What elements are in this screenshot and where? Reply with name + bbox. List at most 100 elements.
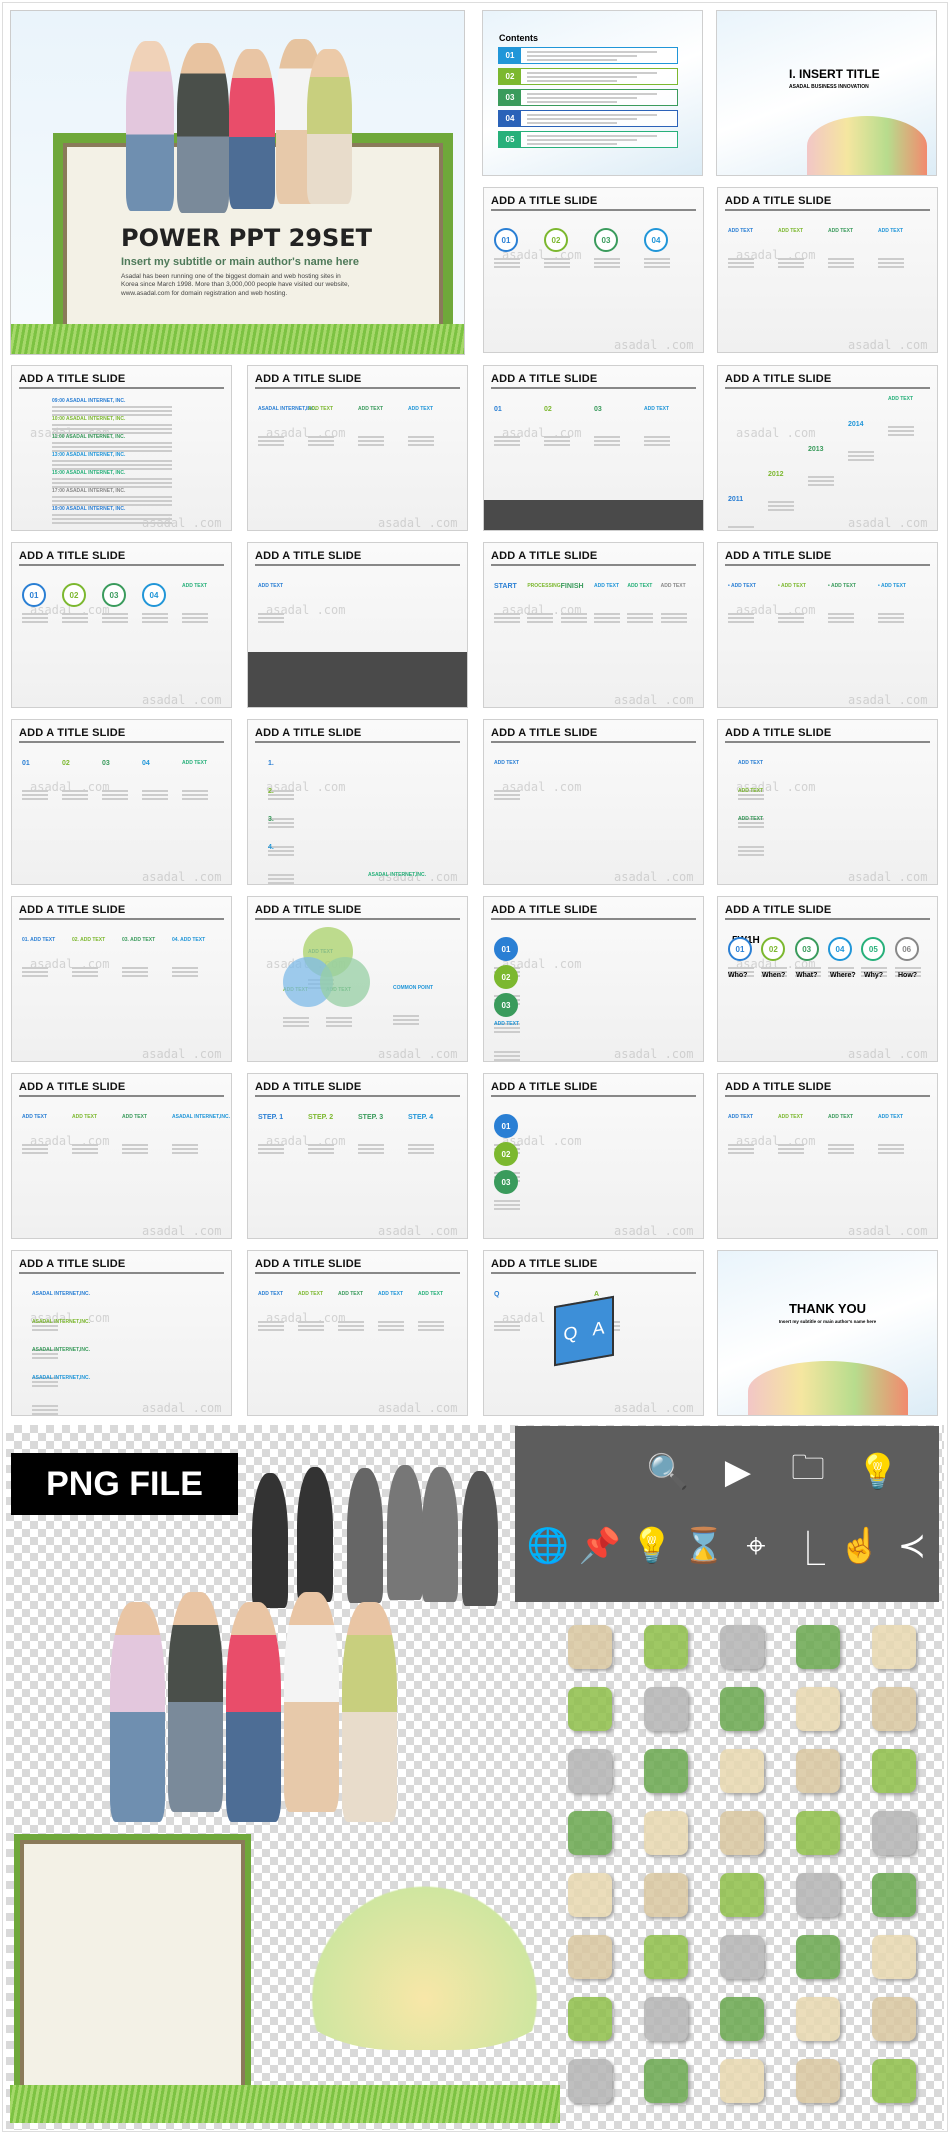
slide-thumbnail-steps[interactable]: ADD A TITLE SLIDE asadal .com asadal .com 2…	[717, 365, 938, 531]
clipart-icon	[796, 1811, 840, 1855]
contents-number: 01	[499, 48, 521, 63]
thanks-title: THANK YOU	[718, 1301, 937, 1316]
text-line	[258, 617, 284, 619]
slide-label: 04	[142, 760, 150, 767]
text-line	[22, 794, 48, 796]
slide-label: ADD TEXT	[828, 228, 853, 234]
text-line	[848, 455, 874, 457]
text-line	[258, 1144, 284, 1146]
slide-thumbnail-map[interactable]: ADD A TITLE SLIDE asadal .com asadal .com A…	[717, 187, 938, 353]
slide-thumbnail-lamp[interactable]: ADD A TITLE SLIDE asadal .com asadal .com 0…	[483, 896, 704, 1062]
slide-thumbnail-table5[interactable]: ADD A TITLE SLIDE asadal .com asadal .com A…	[247, 1250, 468, 1416]
text-line	[22, 1144, 48, 1146]
text-line	[142, 794, 168, 796]
slide-thumbnail-steps4[interactable]: ADD A TITLE SLIDE asadal .com asadal .com S…	[247, 1073, 468, 1239]
slide-thumbnail-circles[interactable]: ADD A TITLE SLIDE asadal .com asadal .com 0…	[483, 187, 704, 353]
hourglass-icon: ⌛	[681, 1518, 727, 1574]
slide-thumbnail-5w1h[interactable]: ADD A TITLE SLIDEasadal .comasadal .com5…	[717, 896, 938, 1062]
slide-label: ASADAL INTERNET,INC.	[32, 1291, 90, 1297]
contents-slide[interactable]: Contents 01 02 03 04 05	[482, 10, 703, 176]
kid-figure	[307, 49, 352, 204]
clipart-icon	[568, 1935, 612, 1979]
globe-icon: 🌐	[525, 1518, 571, 1574]
text-line	[768, 509, 794, 511]
slide-thumbnail-process[interactable]: ADD A TITLE SLIDE asadal .com asadal .com S…	[483, 542, 704, 708]
slide-thumbnail-hex[interactable]: ADD A TITLE SLIDE asadal .com asadal .com 0…	[11, 542, 232, 708]
text-line	[52, 446, 172, 448]
clipart-icon	[720, 1625, 764, 1669]
watermark: asadal .com	[848, 516, 927, 530]
text-line	[527, 114, 657, 116]
text-line	[494, 794, 520, 796]
clipart-icon	[644, 1625, 688, 1669]
text-line	[828, 613, 854, 615]
slide-thumbnail-company[interactable]: ADD A TITLE SLIDE asadal .com asadal .com A…	[11, 1250, 232, 1416]
text-line	[258, 613, 284, 615]
contents-item[interactable]: 03	[498, 89, 678, 106]
text-line	[828, 1144, 854, 1146]
text-line	[182, 617, 208, 619]
section-title-slide[interactable]: I. INSERT TITLE ASADAL BUSINESS INNOVATI…	[716, 10, 937, 176]
clipart-icon	[644, 1749, 688, 1793]
text-line	[527, 101, 617, 103]
slide-label: ADD TEXT	[72, 1114, 97, 1120]
text-line	[358, 444, 384, 446]
contents-item[interactable]: 01	[498, 47, 678, 64]
text-line	[22, 975, 48, 977]
text-line	[102, 794, 128, 796]
step-badge: 02	[494, 1142, 518, 1166]
watermark: asadal .com	[614, 1047, 693, 1061]
kids-cutout	[110, 1592, 410, 1822]
slide-thumbnail-qa[interactable]: ADD A TITLE SLIDE asadal .com asadal .com Q…	[483, 1250, 704, 1416]
text-line	[494, 1321, 520, 1323]
clipart-icon	[872, 1997, 916, 2041]
text-line	[338, 1321, 364, 1323]
slide-thumbnail-circles3[interactable]: ADD A TITLE SLIDE asadal .com asadal .com A…	[717, 719, 938, 885]
slide-thumbnail-handshake[interactable]: ADD A TITLE SLIDE asadal .com asadal .com A…	[247, 365, 468, 531]
person-silhouette	[297, 1467, 333, 1602]
slide-thumbnail-cards[interactable]: ADD A TITLE SLIDE asadal .com asadal .com A…	[717, 1073, 938, 1239]
slide-label: ADD TEXT	[22, 1114, 47, 1120]
text-line	[22, 971, 48, 973]
thank-you-slide[interactable]: THANK YOU Insert my subtitle or main aut…	[717, 1250, 938, 1416]
text-line	[544, 258, 570, 260]
text-line	[627, 617, 653, 619]
slide-thumbnail-timeline-v[interactable]: ADD A TITLE SLIDEasadal .comasadal .com0…	[11, 365, 232, 531]
text-line	[258, 1152, 284, 1154]
slide-thumbnail-boxes3[interactable]: ADD A TITLE SLIDEasadal .comasadal .com0…	[483, 365, 704, 531]
clipart-icon	[796, 1749, 840, 1793]
watermark: asadal .com	[614, 1401, 693, 1415]
text-line	[494, 266, 520, 268]
slide-thumbnail-venn[interactable]: ADD A TITLE SLIDEasadal .comasadal .comA…	[247, 896, 468, 1062]
cover-slide[interactable]: POWER PPT 29SET Insert my subtitle or ma…	[10, 10, 465, 355]
slide-thumbnail-cycle[interactable]: ADD A TITLE SLIDE asadal .com asadal .com A…	[11, 1073, 232, 1239]
slide-thumbnail-numlist[interactable]: ADD A TITLE SLIDE asadal .com asadal .com 0…	[483, 1073, 704, 1239]
clipart-icon	[872, 1873, 916, 1917]
slide-label: STEP. 1	[258, 1114, 283, 1121]
slide-thumbnail-arrows[interactable]: ADD A TITLE SLIDE asadal .com asadal .com •…	[717, 542, 938, 708]
slide-thumbnail-grid4[interactable]: ADD A TITLE SLIDE asadal .com asadal .com 0…	[11, 896, 232, 1062]
clipart-icon	[644, 1997, 688, 2041]
step-badge: 01	[494, 937, 518, 961]
slide-thumbnail-list4[interactable]: ADD A TITLE SLIDE asadal .com asadal .com 1…	[247, 719, 468, 885]
step-badge: 02	[494, 965, 518, 989]
text-line	[32, 1381, 58, 1383]
contents-item[interactable]: 04	[498, 110, 678, 127]
text-line	[308, 1144, 334, 1146]
clipart-icon	[872, 1749, 916, 1793]
contents-item[interactable]: 02	[498, 68, 678, 85]
slide-title: ADD A TITLE SLIDE	[725, 550, 930, 566]
slide-thumbnail-icons5[interactable]: ADD A TITLE SLIDE asadal .com asadal .com A…	[483, 719, 704, 885]
text-line	[22, 617, 48, 619]
text-line	[795, 967, 821, 969]
text-line	[172, 1148, 198, 1150]
text-line	[32, 1357, 58, 1359]
text-line	[778, 1144, 804, 1146]
slide-thumbnail-idea[interactable]: ADD A TITLE SLIDEasadal .comasadal .comA…	[247, 542, 468, 708]
slide-title: ADD A TITLE SLIDE	[19, 550, 224, 566]
text-line	[494, 1200, 520, 1202]
slide-thumbnail-growth[interactable]: ADD A TITLE SLIDE asadal .com asadal .com 0…	[11, 719, 232, 885]
slide-label: • ADD TEXT	[878, 583, 906, 589]
contents-item[interactable]: 05	[498, 131, 678, 148]
text-line	[408, 444, 434, 446]
